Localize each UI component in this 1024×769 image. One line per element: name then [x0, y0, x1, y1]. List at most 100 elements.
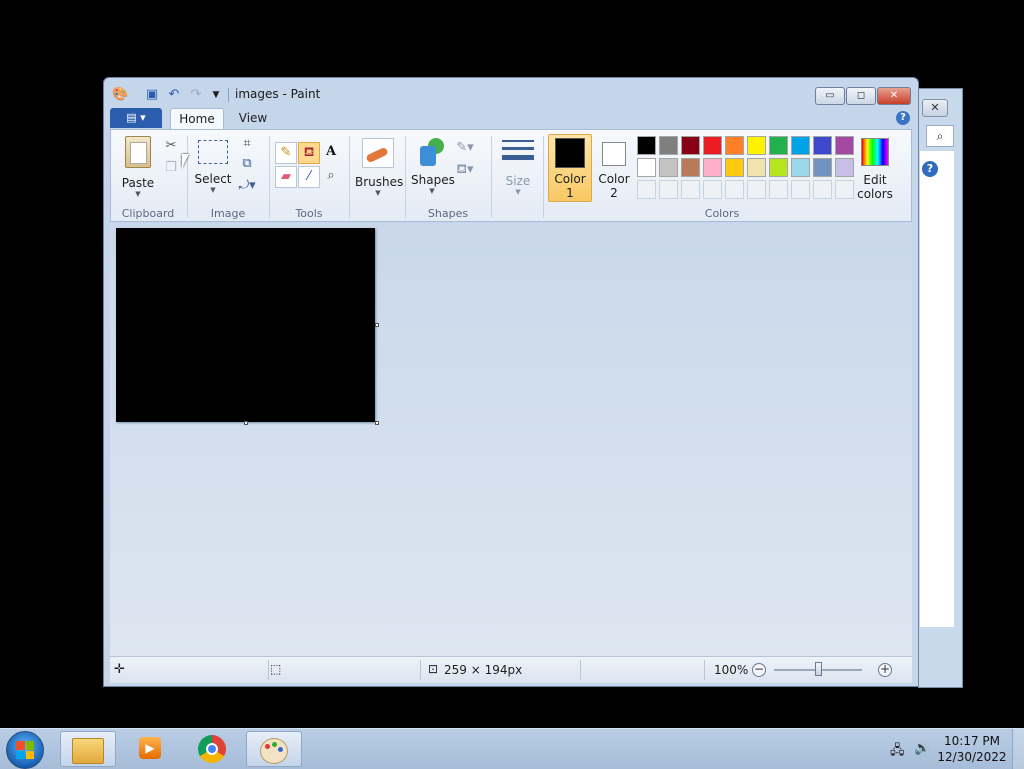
- folder-icon: [72, 738, 104, 764]
- palette-swatch[interactable]: [769, 136, 788, 155]
- minimize-button[interactable]: ▭: [815, 87, 845, 105]
- palette-swatch[interactable]: [747, 136, 766, 155]
- paint-menu-button[interactable]: ▤ ▾: [110, 108, 162, 128]
- eraser-icon[interactable]: ▰: [275, 166, 297, 188]
- color-picker-icon[interactable]: ⁄: [298, 166, 320, 188]
- palette-swatch[interactable]: [813, 158, 832, 177]
- palette-swatch[interactable]: [703, 136, 722, 155]
- palette-swatch[interactable]: [747, 158, 766, 177]
- image-canvas[interactable]: [116, 228, 375, 422]
- resize-icon[interactable]: ⧉: [237, 154, 257, 174]
- color2-button[interactable]: Color 2: [593, 134, 635, 200]
- palette-custom-slot[interactable]: [725, 180, 744, 199]
- show-desktop-button[interactable]: [1012, 729, 1024, 769]
- taskbar-chrome[interactable]: [184, 731, 240, 767]
- redo-icon[interactable]: ↷: [188, 87, 204, 103]
- zoom-in-icon[interactable]: +: [878, 663, 892, 677]
- cut-icon[interactable]: ✂: [161, 136, 181, 156]
- background-help-icon[interactable]: ?: [922, 161, 938, 177]
- resize-handle-right[interactable]: [375, 323, 379, 327]
- title-bar[interactable]: 🎨 ▣ ↶ ↷ ▼ images - Paint ▭ ◻ ✕: [104, 78, 918, 108]
- edit-colors-button[interactable]: Edit colors: [853, 134, 897, 201]
- palette-swatch[interactable]: [835, 136, 854, 155]
- start-button[interactable]: [6, 731, 44, 769]
- maximize-button[interactable]: ◻: [846, 87, 876, 105]
- image-group-label: Image: [210, 207, 246, 220]
- selection-size-icon: ⬚: [270, 662, 282, 676]
- palette-swatch[interactable]: [791, 136, 810, 155]
- canvas-area[interactable]: [110, 223, 912, 656]
- fill-with-color-icon[interactable]: ⛾: [298, 142, 320, 164]
- select-button[interactable]: Select ▼: [193, 134, 233, 196]
- palette-swatch[interactable]: [703, 158, 722, 177]
- size-button[interactable]: Size ▼: [495, 134, 541, 200]
- window-title: images - Paint: [235, 87, 321, 101]
- undo-icon[interactable]: ↶: [166, 87, 182, 103]
- paint-app-icon[interactable]: 🎨: [112, 87, 128, 103]
- background-window-close-icon[interactable]: ✕: [922, 99, 948, 117]
- close-button[interactable]: ✕: [877, 87, 911, 105]
- volume-icon[interactable]: 🔊: [914, 741, 930, 756]
- palette-swatch[interactable]: [835, 158, 854, 177]
- ribbon-tab-row: ▤ ▾ Home View ?: [110, 107, 912, 130]
- customize-qat-chevron-down-icon[interactable]: ▼: [208, 87, 224, 103]
- help-icon[interactable]: ?: [896, 111, 910, 125]
- palette-swatch[interactable]: [725, 136, 744, 155]
- palette-custom-slot[interactable]: [637, 180, 656, 199]
- shapes-label: Shapes: [411, 173, 455, 187]
- background-search-icon[interactable]: ⌕: [926, 125, 954, 147]
- outline-icon[interactable]: ✎▾: [455, 138, 475, 158]
- clipboard-icon: [125, 136, 151, 168]
- shapes-button[interactable]: Shapes ▼: [411, 134, 455, 200]
- palette-custom-slot[interactable]: [791, 180, 810, 199]
- palette-swatch[interactable]: [791, 158, 810, 177]
- palette-swatch[interactable]: [659, 136, 678, 155]
- taskbar-explorer[interactable]: [60, 731, 116, 767]
- status-bar: ✛ ⬚ ⊡ 259 × 194px 100% − +: [110, 656, 912, 683]
- size-label: Size: [505, 174, 531, 188]
- group-separator: [491, 136, 492, 218]
- background-window[interactable]: ✕ ⌕ ?: [918, 88, 963, 688]
- palette-swatch[interactable]: [769, 158, 788, 177]
- palette-custom-slot[interactable]: [769, 180, 788, 199]
- magnifier-icon[interactable]: ⌕: [321, 166, 341, 186]
- text-icon[interactable]: A: [321, 142, 341, 162]
- color1-button[interactable]: Color 1: [548, 134, 592, 202]
- palette-custom-slot[interactable]: [813, 180, 832, 199]
- palette-custom-slot[interactable]: [703, 180, 722, 199]
- taskbar-paint[interactable]: [246, 731, 302, 767]
- copy-icon[interactable]: ❐: [161, 158, 181, 178]
- clock-date[interactable]: 12/30/2022: [936, 750, 1008, 764]
- rotate-icon[interactable]: ⤾▾: [237, 176, 257, 196]
- tab-home[interactable]: Home: [170, 108, 224, 130]
- palette-swatch[interactable]: [681, 136, 700, 155]
- palette-custom-slot[interactable]: [747, 180, 766, 199]
- palette-custom-slot[interactable]: [681, 180, 700, 199]
- save-icon[interactable]: ▣: [144, 87, 160, 103]
- clock-time[interactable]: 10:17 PM: [936, 734, 1008, 748]
- taskbar-media-player[interactable]: ▶: [122, 731, 178, 767]
- brushes-button[interactable]: Brushes ▼: [355, 134, 403, 200]
- tab-view[interactable]: View: [228, 108, 278, 129]
- palette-swatch[interactable]: [813, 136, 832, 155]
- network-icon[interactable]: 🖧: [890, 741, 905, 763]
- palette-custom-slot[interactable]: [835, 180, 854, 199]
- group-separator: [405, 136, 406, 218]
- image-size-text: 259 × 194px: [444, 663, 523, 677]
- palette-swatch[interactable]: [637, 158, 656, 177]
- palette-swatch[interactable]: [681, 158, 700, 177]
- crop-icon[interactable]: ⌗: [237, 134, 257, 154]
- zoom-out-icon[interactable]: −: [752, 663, 766, 677]
- resize-handle-corner[interactable]: [375, 421, 379, 425]
- shape-fill-icon[interactable]: ⛾▾: [455, 160, 475, 180]
- close-icon: ✕: [889, 90, 899, 101]
- paste-button[interactable]: Paste ▼: [117, 134, 159, 198]
- zoom-slider-thumb[interactable]: [815, 662, 822, 676]
- palette-custom-slot[interactable]: [659, 180, 678, 199]
- pencil-icon[interactable]: ✎: [275, 142, 297, 164]
- palette-swatch[interactable]: [659, 158, 678, 177]
- palette-swatch[interactable]: [637, 136, 656, 155]
- edit-colors-label: Edit: [863, 173, 887, 187]
- resize-handle-bottom[interactable]: [244, 421, 248, 425]
- palette-swatch[interactable]: [725, 158, 744, 177]
